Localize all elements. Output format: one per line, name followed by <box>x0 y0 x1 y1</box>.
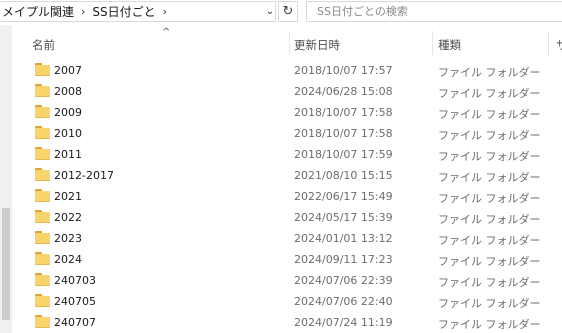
list-item[interactable]: 240707 2024/07/24 11:19 ファイル フォルダー <box>12 312 562 333</box>
item-type: ファイル フォルダー <box>438 276 541 289</box>
list-item[interactable]: 2008 2024/06/28 15:08 ファイル フォルダー <box>12 81 562 102</box>
item-date: 2024/05/17 15:39 <box>294 211 393 224</box>
item-name: 240703 <box>54 274 96 287</box>
item-name: 2008 <box>54 85 82 98</box>
item-name: 2011 <box>54 148 82 161</box>
address-bar[interactable]: メイプル関連 › SS日付ごと › <box>0 1 276 22</box>
folder-icon <box>35 189 50 202</box>
folder-icon <box>35 63 50 76</box>
column-divider[interactable] <box>432 31 433 55</box>
list-item[interactable]: 2012-2017 2021/08/10 15:15 ファイル フォルダー <box>12 165 562 186</box>
item-name: 2012-2017 <box>54 169 114 182</box>
folder-icon <box>35 231 50 244</box>
item-name: 240705 <box>54 295 96 308</box>
breadcrumb-item[interactable]: メイプル関連 <box>0 3 76 20</box>
navigation-bar: メイプル関連 › SS日付ごと › ⌄ ↻ SS日付ごとの検索 <box>0 0 562 24</box>
column-header-date[interactable]: 更新日時 <box>294 37 340 53</box>
folder-icon <box>35 273 50 286</box>
item-date: 2022/06/17 15:49 <box>294 190 393 203</box>
item-date: 2018/10/07 17:57 <box>294 64 393 77</box>
column-header-size[interactable]: サ <box>556 37 562 53</box>
list-item[interactable]: 2024 2024/09/11 17:23 ファイル フォルダー <box>12 249 562 270</box>
refresh-button[interactable]: ↻ <box>278 1 298 22</box>
item-date: 2021/08/10 15:15 <box>294 169 393 182</box>
item-type: ファイル フォルダー <box>438 297 541 310</box>
address-history-dropdown-icon[interactable]: ⌄ <box>264 1 276 22</box>
item-type: ファイル フォルダー <box>438 318 541 331</box>
folder-icon <box>35 315 50 328</box>
search-input[interactable]: SS日付ごとの検索 <box>306 1 562 22</box>
item-name: 2009 <box>54 106 82 119</box>
item-date: 2018/10/07 17:59 <box>294 148 393 161</box>
item-name: 2024 <box>54 253 82 266</box>
list-item[interactable]: 2023 2024/01/01 13:12 ファイル フォルダー <box>12 228 562 249</box>
column-header-type[interactable]: 種類 <box>438 37 461 53</box>
column-divider[interactable] <box>548 31 549 55</box>
item-type: ファイル フォルダー <box>438 66 541 79</box>
file-list: 2007 2018/10/07 17:57 ファイル フォルダー 2008 20… <box>12 60 562 333</box>
item-date: 2024/06/28 15:08 <box>294 85 393 98</box>
item-type: ファイル フォルダー <box>438 255 541 268</box>
list-item[interactable]: 2011 2018/10/07 17:59 ファイル フォルダー <box>12 144 562 165</box>
list-item[interactable]: 2009 2018/10/07 17:58 ファイル フォルダー <box>12 102 562 123</box>
column-divider[interactable] <box>289 31 290 55</box>
column-header-name[interactable]: 名前 <box>32 37 55 53</box>
item-type: ファイル フォルダー <box>438 171 541 184</box>
item-name: 2021 <box>54 190 82 203</box>
breadcrumb-item[interactable]: SS日付ごと <box>90 3 157 20</box>
scrollbar-thumb[interactable] <box>2 208 10 320</box>
item-type: ファイル フォルダー <box>438 192 541 205</box>
item-name: 240707 <box>54 316 96 329</box>
item-type: ファイル フォルダー <box>438 234 541 247</box>
item-type: ファイル フォルダー <box>438 129 541 142</box>
folder-icon <box>35 168 50 181</box>
list-item[interactable]: 2022 2024/05/17 15:39 ファイル フォルダー <box>12 207 562 228</box>
list-item[interactable]: 2021 2022/06/17 15:49 ファイル フォルダー <box>12 186 562 207</box>
list-item[interactable]: 2007 2018/10/07 17:57 ファイル フォルダー <box>12 60 562 81</box>
folder-icon <box>35 84 50 97</box>
column-header: ^ 名前 更新日時 種類 サ <box>12 25 562 61</box>
item-date: 2024/07/24 11:19 <box>294 316 393 329</box>
item-type: ファイル フォルダー <box>438 87 541 100</box>
item-name: 2022 <box>54 211 82 224</box>
item-name: 2007 <box>54 64 82 77</box>
item-date: 2024/07/06 22:40 <box>294 295 393 308</box>
list-item[interactable]: 2010 2018/10/07 17:58 ファイル フォルダー <box>12 123 562 144</box>
item-name: 2023 <box>54 232 82 245</box>
folder-icon <box>35 252 50 265</box>
breadcrumb-separator-icon[interactable]: › <box>158 5 172 18</box>
item-date: 2024/09/11 17:23 <box>294 253 393 266</box>
item-date: 2024/07/06 22:39 <box>294 274 393 287</box>
folder-icon <box>35 294 50 307</box>
sort-ascending-icon: ^ <box>162 27 171 38</box>
item-type: ファイル フォルダー <box>438 108 541 121</box>
item-date: 2018/10/07 17:58 <box>294 106 393 119</box>
list-item[interactable]: 240705 2024/07/06 22:40 ファイル フォルダー <box>12 291 562 312</box>
folder-icon <box>35 126 50 139</box>
item-type: ファイル フォルダー <box>438 213 541 226</box>
item-date: 2018/10/07 17:58 <box>294 127 393 140</box>
list-item[interactable]: 240703 2024/07/06 22:39 ファイル フォルダー <box>12 270 562 291</box>
breadcrumb-separator-icon[interactable]: › <box>76 5 90 18</box>
navigation-pane-scrollbar[interactable] <box>0 25 12 333</box>
item-type: ファイル フォルダー <box>438 150 541 163</box>
item-name: 2010 <box>54 127 82 140</box>
item-date: 2024/01/01 13:12 <box>294 232 393 245</box>
folder-icon <box>35 147 50 160</box>
folder-icon <box>35 105 50 118</box>
folder-icon <box>35 210 50 223</box>
